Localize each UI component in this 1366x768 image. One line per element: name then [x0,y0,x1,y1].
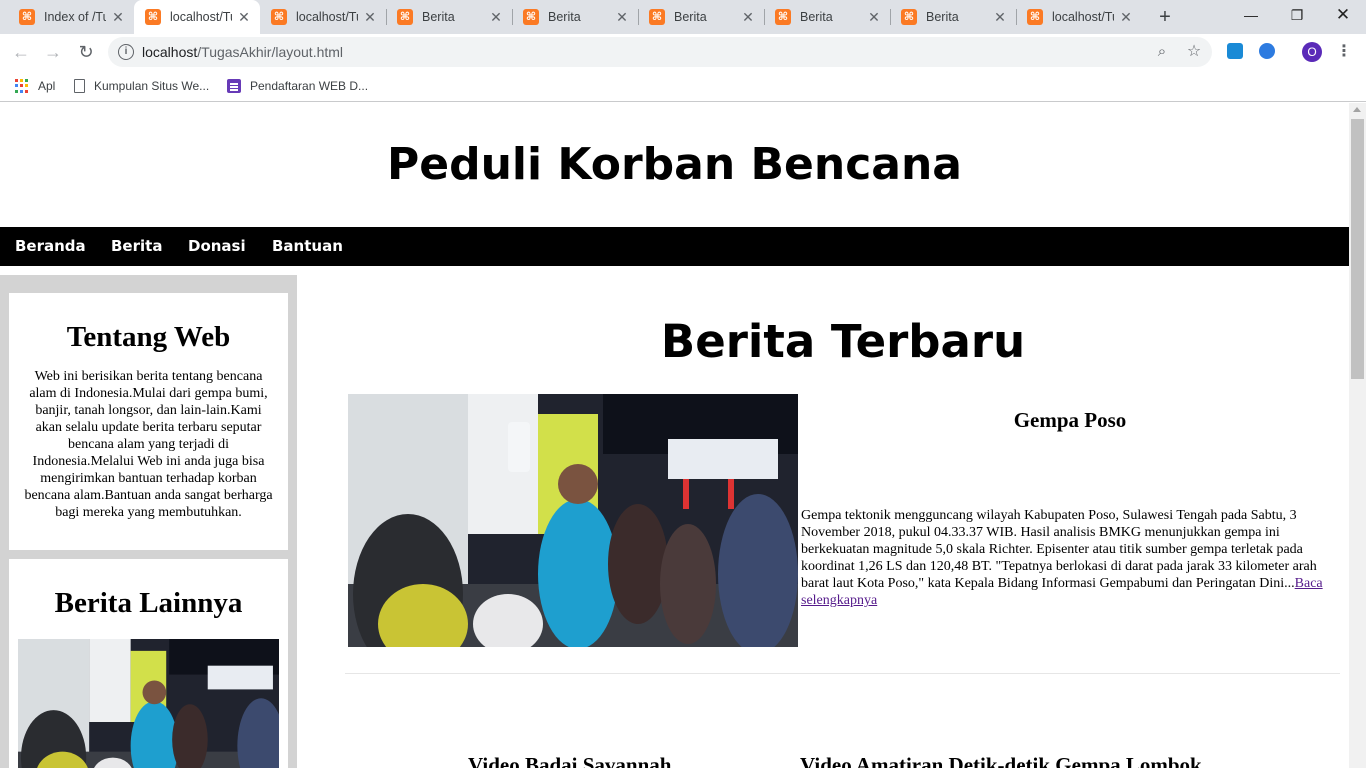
forward-arrow-icon[interactable]: → [42,41,64,63]
article-body: Gempa tektonik mengguncang wilayah Kabup… [801,507,1346,609]
about-text: Web ini berisikan berita tentang bencana… [24,369,273,520]
earthquake-photo [348,394,798,647]
about-title: Tentang Web [66,321,231,353]
xampp-favicon-icon: ⌘ [19,9,35,25]
tab-title: localhost/Tu [1052,10,1114,24]
nav-bantuan[interactable]: Bantuan [272,227,343,266]
close-tab-icon[interactable]: ✕ [740,9,756,25]
bookmark-pendaftaran[interactable]: Pendaftaran WEB D... [227,77,368,95]
xampp-favicon-icon: ⌘ [1027,9,1043,25]
bookmark-apps[interactable]: Apl [15,77,55,95]
tab-index-of[interactable]: ⌘ Index of /Tu ✕ [0,0,134,34]
browser-menu-icon[interactable]: ⋮ [1336,42,1352,62]
main-navbar: Beranda Berita Donasi Bantuan [0,227,1349,266]
xampp-favicon-icon: ⌘ [901,9,917,25]
bookmark-label: Kumpulan Situs We... [94,79,210,93]
tab-berita[interactable]: ⌘ Berita ✕ [764,0,890,34]
page-viewport: Peduli Korban Bencana Beranda Berita Don… [0,103,1349,768]
nav-berita[interactable]: Berita [111,227,162,266]
apps-grid-icon [15,79,29,93]
url-text[interactable]: localhost/TugasAkhir/layout.html [142,44,343,60]
about-card: Tentang Web Web ini berisikan berita ten… [9,293,288,550]
bookmark-label: Pendaftaran WEB D... [250,79,369,93]
other-news-photo[interactable] [18,639,279,768]
tab-berita[interactable]: ⌘ Berita ✕ [890,0,1016,34]
site-header: Peduli Korban Bencana [0,103,1349,227]
minimize-icon[interactable]: — [1228,0,1274,30]
extension-send-icon[interactable] [1227,43,1243,59]
xampp-favicon-icon: ⌘ [271,9,287,25]
tab-berita[interactable]: ⌘ Berita ✕ [386,0,512,34]
tab-berita[interactable]: ⌘ Berita ✕ [512,0,638,34]
close-tab-icon[interactable]: ✕ [866,9,882,25]
tab-title: localhost/Tu [296,10,358,24]
tab-title: Berita [926,10,959,24]
tab-localhost[interactable]: ⌘ localhost/Tu ✕ [260,0,386,34]
info-icon[interactable]: i [118,44,134,60]
other-news-title: Berita Lainnya [54,587,243,619]
video-title-savannah: Video Badai Savannah [468,753,672,768]
bookmark-star-icon[interactable]: ☆ [1184,42,1204,62]
article-text: Gempa tektonik mengguncang wilayah Kabup… [801,508,1317,591]
new-tab-plus-icon[interactable]: + [1154,6,1176,28]
tab-title: Berita [674,10,707,24]
site-title: Peduli Korban Bencana [387,139,962,190]
tab-title: Index of /Tu [44,10,106,24]
close-tab-icon[interactable]: ✕ [362,9,378,25]
nav-donasi[interactable]: Donasi [188,227,246,266]
url-host: localhost [142,44,198,60]
bookmark-label: Apl [38,79,56,93]
sidebar: Tentang Web Web ini berisikan berita ten… [0,275,297,768]
extension-search-icon[interactable] [1259,43,1275,59]
section-divider [345,673,1340,674]
xampp-favicon-icon: ⌘ [649,9,665,25]
scrollbar-thumb[interactable] [1351,119,1364,379]
earthquake-photo [18,639,279,768]
reload-icon[interactable]: ↻ [75,41,97,63]
tab-title: Berita [800,10,833,24]
main-content: Berita Terbaru Gempa Poso Gempa tektonik… [310,275,1349,768]
close-tab-icon[interactable]: ✕ [614,9,630,25]
browser-toolbar: ← → ↻ i localhost/TugasAkhir/layout.html… [0,34,1366,70]
video-title-lombok: Video Amatiran Detik-detik Gempa Lombok [800,753,1202,768]
close-window-icon[interactable]: ✕ [1320,0,1366,30]
profile-avatar[interactable]: O [1302,42,1322,62]
page-scrollbar[interactable] [1349,103,1366,768]
close-tab-icon[interactable]: ✕ [992,9,1008,25]
address-bar[interactable]: i localhost/TugasAkhir/layout.html ⌕ ☆ [108,37,1212,67]
tab-berita[interactable]: ⌘ Berita ✕ [638,0,764,34]
close-tab-icon[interactable]: ✕ [1118,9,1134,25]
xampp-favicon-icon: ⌘ [145,9,161,25]
article-photo[interactable] [348,394,798,647]
tab-title: Berita [548,10,581,24]
xampp-favicon-icon: ⌘ [397,9,413,25]
tab-localhost-active[interactable]: ⌘ localhost/Tu ✕ [134,0,260,34]
xampp-favicon-icon: ⌘ [775,9,791,25]
page-icon [74,79,85,93]
url-path: /TugasAkhir/layout.html [197,44,344,60]
article-title: Gempa Poso [1013,408,1127,432]
tab-title: localhost/Tu [170,10,232,24]
xampp-favicon-icon: ⌘ [523,9,539,25]
close-tab-icon[interactable]: ✕ [488,9,504,25]
tab-strip: ⌘ Index of /Tu ✕ ⌘ localhost/Tu ✕ ⌘ loca… [0,0,1366,34]
maximize-icon[interactable]: ❐ [1274,0,1320,30]
zoom-magnifier-icon[interactable]: ⌕ [1152,42,1172,62]
tab-title: Berita [422,10,455,24]
bookmark-kumpulan-situs[interactable]: Kumpulan Situs We... [74,77,209,95]
section-title: Berita Terbaru [660,315,1026,368]
scroll-up-arrow-icon[interactable] [1353,107,1361,112]
nav-beranda[interactable]: Beranda [15,227,86,266]
back-arrow-icon[interactable]: ← [10,41,32,63]
tab-localhost[interactable]: ⌘ localhost/Tu ✕ [1016,0,1142,34]
close-tab-icon[interactable]: ✕ [110,9,126,25]
bookmarks-bar: Apl Kumpulan Situs We... Pendaftaran WEB… [0,70,1366,102]
close-tab-icon[interactable]: ✕ [236,9,252,25]
other-news-card: Berita Lainnya [9,559,288,768]
form-icon [227,79,241,93]
